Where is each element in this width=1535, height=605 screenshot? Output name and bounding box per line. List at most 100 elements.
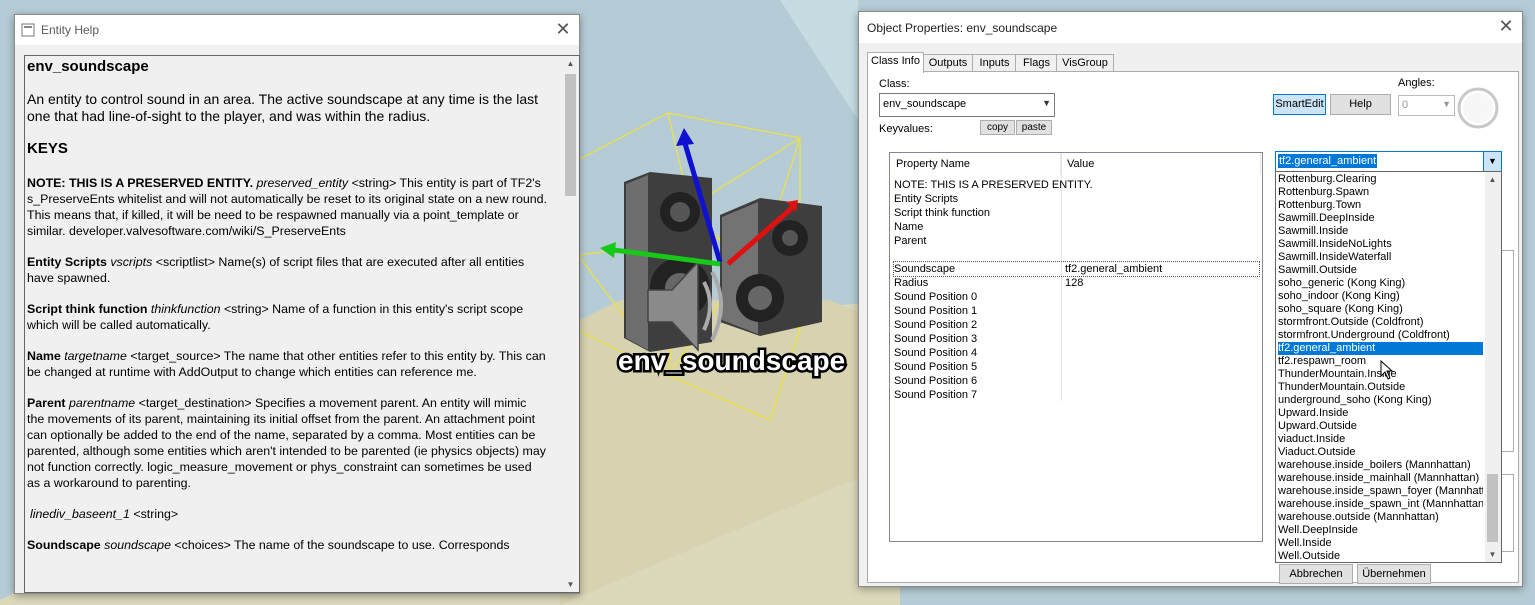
dropdown-option[interactable]: Rottenburg.Spawn [1278,186,1483,199]
scroll-thumb[interactable] [565,74,576,196]
soundscape-selected-value: tf2.general_ambient [1278,154,1378,168]
help-entry-name: Name [27,349,61,363]
dropdown-option[interactable]: Upward.Inside [1278,407,1483,420]
dropdown-option[interactable]: Sawmill.InsideNoLights [1278,238,1483,251]
keyvalues-grid[interactable]: Property Name Value NOTE: THIS IS A PRES… [889,152,1263,542]
scroll-down-icon[interactable]: ▼ [563,577,578,592]
help-entry-name: Parent [27,396,66,410]
table-row[interactable]: Sound Position 0 [894,290,1259,304]
group-frame [1501,474,1514,552]
cancel-button[interactable]: Abbrechen [1279,564,1353,584]
dropdown-option[interactable]: Well.DeepInside [1278,524,1483,537]
mouse-cursor-icon [1380,360,1394,380]
paste-button[interactable]: paste [1016,120,1052,135]
props-titlebar[interactable]: Object Properties: env_soundscape ✕ [859,12,1522,43]
help-entry-key: parentname [69,396,136,410]
dropdown-option[interactable]: Sawmill.Outside [1278,264,1483,277]
scroll-up-icon[interactable]: ▲ [1485,172,1500,187]
scroll-thumb[interactable] [1487,474,1498,542]
table-row[interactable]: NOTE: THIS IS A PRESERVED ENTITY. [894,178,1259,192]
help-entry-text: <choices> The name of the soundscape to … [170,538,510,552]
help-content: env_soundscape An entity to control soun… [27,56,547,568]
dropdown-option[interactable]: Upward.Outside [1278,420,1483,433]
table-row[interactable]: Entity Scripts [894,192,1259,206]
dropdown-option[interactable]: soho_indoor (Kong King) [1278,290,1483,303]
help-entry: Soundscape soundscape <choices> The name… [27,537,547,553]
table-row[interactable] [894,248,1259,262]
row-property-name: Sound Position 4 [894,347,978,359]
close-icon[interactable]: ✕ [553,19,573,39]
table-row[interactable]: Script think function [894,206,1259,220]
smartedit-button[interactable]: SmartEdit [1273,94,1326,115]
dropdown-option[interactable]: soho_square (Kong King) [1278,303,1483,316]
row-value: tf2.general_ambient [1065,263,1163,275]
app-icon [21,23,35,37]
help-entry-key: preserved_entity [256,176,349,190]
help-entry-name: NOTE: THIS IS A PRESERVED ENTITY. [27,176,254,190]
tab-class-info[interactable]: Class Info [867,52,924,73]
column-header-value[interactable]: Value [1061,153,1261,175]
dropdown-option[interactable]: warehouse.outside (Mannhattan) [1278,511,1483,524]
class-combobox[interactable]: env_soundscape ▼ [879,93,1055,117]
dropdown-option[interactable]: underground_soho (Kong King) [1278,394,1483,407]
scroll-down-icon[interactable]: ▼ [1485,547,1500,562]
tab-outputs[interactable]: Outputs [922,54,974,72]
help-entry-key: vscripts [110,255,153,269]
dropdown-option[interactable]: Viaduct.Outside [1278,446,1483,459]
help-entry-name: Entity Scripts [27,255,107,269]
dropdown-option[interactable]: ThunderMountain.Outside [1278,381,1483,394]
dropdown-option[interactable]: Sawmill.DeepInside [1278,212,1483,225]
dropdown-option[interactable]: Well.Outside [1278,550,1483,562]
dropdown-option[interactable]: stormfront.Outside (Coldfront) [1278,316,1483,329]
help-window-title: Entity Help [41,23,100,37]
help-entry: NOTE: THIS IS A PRESERVED ENTITY. preser… [27,175,547,239]
soundscape-combobox[interactable]: tf2.general_ambient ▼ [1275,151,1502,172]
dropdown-option[interactable]: stormfront.Underground (Coldfront) [1278,329,1483,342]
dropdown-option[interactable]: Rottenburg.Town [1278,199,1483,212]
tab-flags[interactable]: Flags [1015,54,1058,72]
table-row[interactable]: Sound Position 4 [894,346,1259,360]
help-entry: Script think function thinkfunction <str… [27,301,547,333]
group-frame [1501,250,1514,452]
angles-combobox[interactable]: 0 ▼ [1398,95,1455,116]
table-row[interactable]: Name [894,220,1259,234]
chevron-down-icon[interactable]: ▼ [1483,152,1501,171]
table-row[interactable]: Sound Position 6 [894,374,1259,388]
apply-button[interactable]: Übernehmen [1357,564,1431,584]
table-row[interactable]: Sound Position 2 [894,318,1259,332]
table-row[interactable]: Soundscape tf2.general_ambient [893,261,1260,277]
dropdown-option[interactable]: warehouse.inside_spawn_int (Mannhattan) [1278,498,1483,511]
dropdown-option[interactable]: warehouse.inside_spawn_foyer (Mannhatta [1278,485,1483,498]
table-row[interactable]: Radius 128 [894,276,1259,290]
table-row[interactable]: Parent [894,234,1259,248]
dropdown-option[interactable]: Well.Inside [1278,537,1483,550]
help-scrollbar[interactable]: ▲ ▼ [563,56,578,592]
dropdown-option[interactable]: viaduct.Inside [1278,433,1483,446]
table-row[interactable]: Sound Position 7 [894,388,1259,402]
dropdown-option[interactable]: warehouse.inside_mainhall (Mannhattan) [1278,472,1483,485]
tab-inputs[interactable]: Inputs [972,54,1017,72]
angle-dial-icon[interactable] [1457,87,1499,129]
help-document[interactable]: env_soundscape An entity to control soun… [24,55,580,593]
table-row[interactable]: Sound Position 3 [894,332,1259,346]
dropdown-option[interactable]: Sawmill.Inside [1278,225,1483,238]
dropdown-scrollbar[interactable]: ▲ ▼ [1485,172,1501,562]
dropdown-option[interactable]: Rottenburg.Clearing [1278,173,1483,186]
table-row[interactable]: Sound Position 1 [894,304,1259,318]
row-property-name: Soundscape [894,263,956,275]
column-header-property[interactable]: Property Name [890,153,1061,175]
dropdown-option[interactable]: soho_generic (Kong King) [1278,277,1483,290]
help-entry: linediv_baseent_1 <string> [27,506,547,522]
scroll-up-icon[interactable]: ▲ [563,56,578,71]
close-icon[interactable]: ✕ [1496,16,1516,36]
dropdown-option[interactable]: Sawmill.InsideWaterfall [1278,251,1483,264]
help-titlebar[interactable]: Entity Help ✕ [15,15,579,45]
help-button[interactable]: Help [1330,94,1391,115]
dropdown-option[interactable]: warehouse.inside_boilers (Mannhattan) [1278,459,1483,472]
help-entry-name: Soundscape [27,538,101,552]
copy-button[interactable]: copy [980,120,1015,135]
row-value: 128 [1065,277,1084,289]
table-row[interactable]: Sound Position 5 [894,360,1259,374]
tab-visgroup[interactable]: VisGroup [1056,54,1114,72]
dropdown-option[interactable]: tf2.general_ambient [1278,342,1483,355]
